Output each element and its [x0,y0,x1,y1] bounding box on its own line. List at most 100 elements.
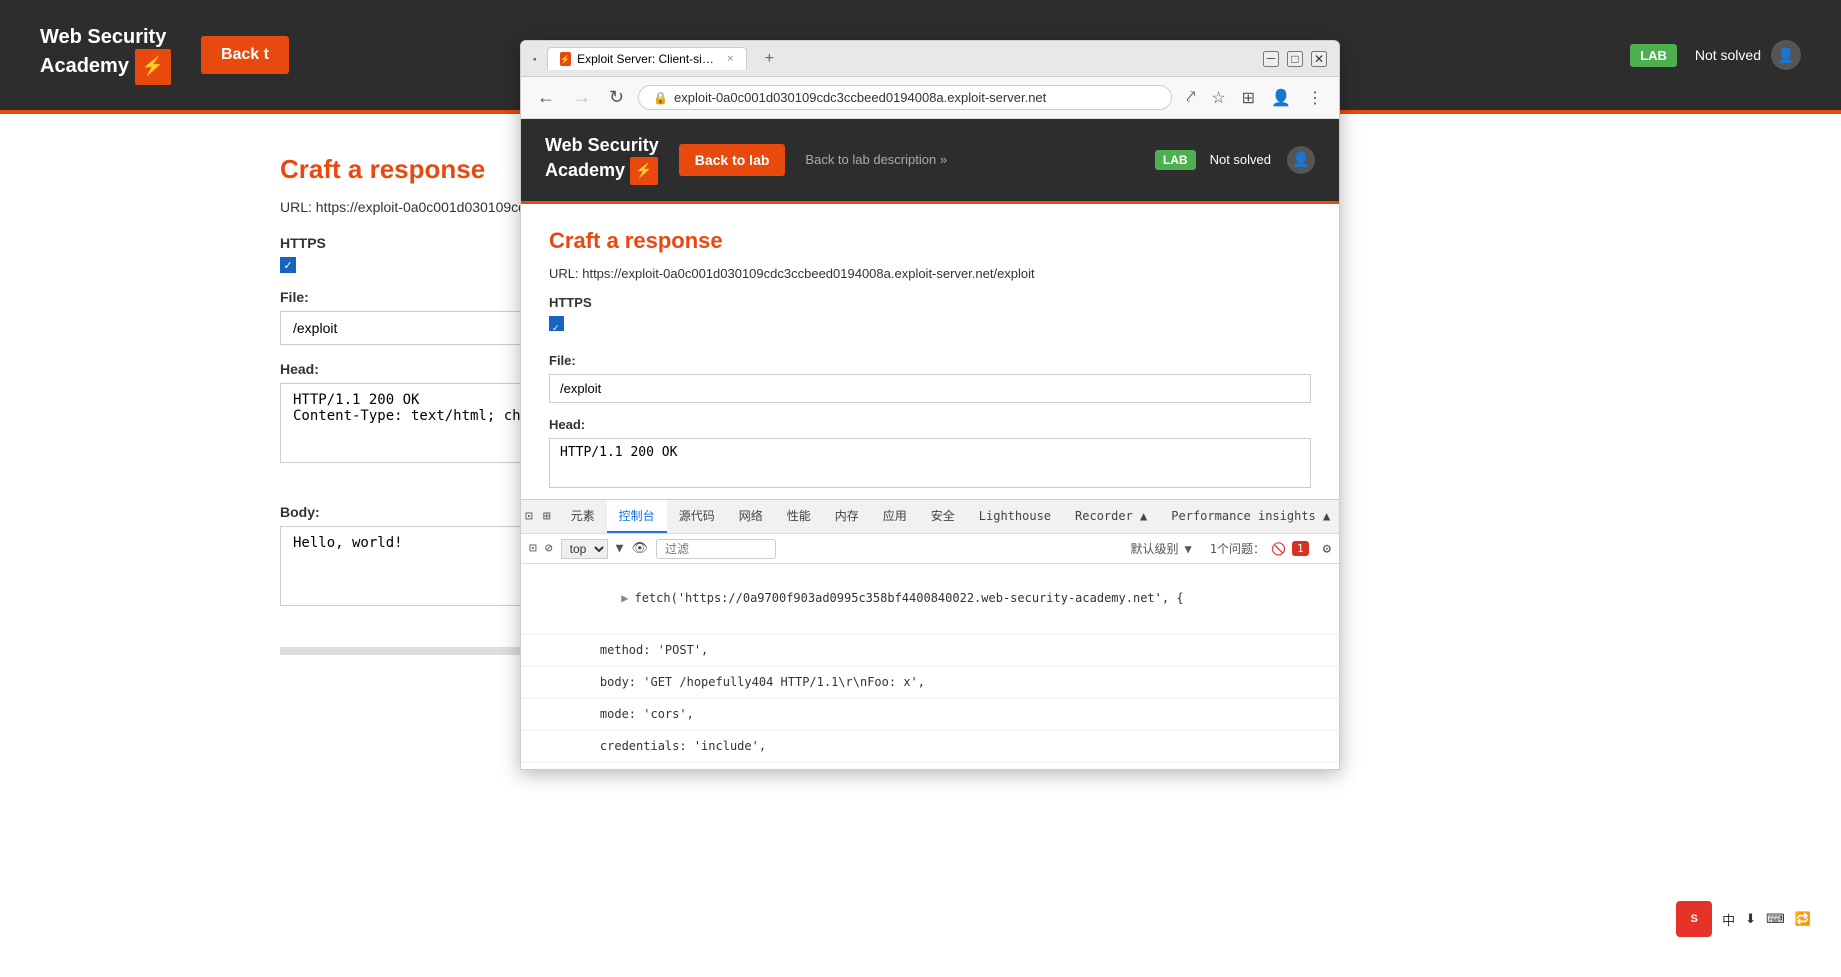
browser-toolbar-right: ⤤ ☆ ⊞ 👤 ⋮ [1182,86,1327,110]
bookmark-icon[interactable]: ☆ [1207,86,1229,110]
bg-logo-icon: ⚡ [135,49,171,85]
dt-context-select[interactable]: top [561,539,608,559]
console-line-2: method: 'POST', [521,635,1339,667]
inner-logo: Web Security Academy ⚡ [545,135,659,185]
ime-icon-2[interactable]: 中 [1722,910,1735,929]
console-line-6: }).catch(() => { [521,763,1339,769]
system-tray-icons: S 中 ⬇ ⌨ 🔁 [1676,901,1811,937]
close-button[interactable]: ✕ [1311,51,1327,67]
new-tab-button[interactable]: + [757,50,782,68]
devtools-console[interactable]: ▶fetch('https://0a9700f903ad0995c358bf44… [521,564,1339,769]
split-view-icon[interactable]: ⊞ [1238,86,1259,110]
dt-eye-icon[interactable]: 👁 [631,541,648,556]
address-bar[interactable]: 🔒 exploit-0a0c001d030109cdc3ccbeed019400… [638,85,1172,110]
devtools-panel: ⊡ ⊞ 元素 控制台 源代码 网络 性能 内存 应用 安全 Lighthouse… [521,499,1339,769]
inner-not-solved: Not solved [1210,152,1271,167]
inner-file-label: File: [549,353,1311,368]
browser-addressbar: ← → ↻ 🔒 exploit-0a0c001d030109cdc3ccbeed… [521,77,1339,119]
inner-head-line1: HTTP/1.1 200 OK [560,445,1300,460]
console-line-1: ▶fetch('https://0a9700f903ad0995c358bf44… [521,564,1339,635]
devtools-tab-memory[interactable]: 内存 [823,500,871,533]
devtools-tab-network[interactable]: 网络 [727,500,775,533]
ime-icon-4[interactable]: ⌨ [1766,911,1785,927]
minimize-button[interactable]: － [1263,51,1279,67]
inner-back-to-lab-button[interactable]: Back to lab [679,144,786,176]
tab-favicon-icon: ⚡ [560,55,570,64]
expand-arrow-1: ▶ [621,591,628,605]
devtools-tabs: ⊡ ⊞ 元素 控制台 源代码 网络 性能 内存 应用 安全 Lighthouse… [521,500,1339,534]
ime-icon-1[interactable]: S [1676,901,1712,937]
ime-icon-5[interactable]: 🔁 [1795,911,1811,927]
browser-window: ⬝ ⚡ Exploit Server: Client-side des... ×… [520,40,1340,770]
dt-preserve-icon[interactable]: ⊘ [545,541,553,556]
inner-logo-line1: Web Security [545,135,659,157]
bg-back-button[interactable]: Back t [201,36,289,74]
inner-lab-badge: LAB [1155,150,1196,170]
inner-file-input[interactable] [549,374,1311,403]
inner-person-icon: 👤 [1287,146,1315,174]
dt-ban-icon[interactable]: ⊡ [529,541,537,556]
devtools-inspect-icon[interactable]: ⊡ [521,509,537,524]
maximize-button[interactable]: □ [1287,51,1303,67]
devtools-device-icon[interactable]: ⊞ [539,509,555,524]
forward-nav-button[interactable]: → [569,87,595,108]
console-line-5: credentials: 'include', [521,731,1339,763]
console-line-3: body: 'GET /hopefully404 HTTP/1.1\r\nFoo… [521,667,1339,699]
browser-window-controls: ⬝ [533,51,537,67]
inner-url-label: URL: https://exploit-0a0c001d030109cdc3c… [549,266,1311,281]
dt-issues-count: 1 [1292,541,1309,556]
bg-logo-line1: Web Security [40,26,171,49]
dt-arrow-icon[interactable]: ▼ [616,541,624,556]
more-options-icon[interactable]: ⋮ [1303,86,1327,110]
console-line-4: mode: 'cors', [521,699,1339,731]
bg-https-checkbox[interactable]: ✓ [280,257,296,273]
inner-https-checkbox[interactable]: ✓ [549,316,564,331]
dt-level-arrow: ▼ [1185,542,1192,556]
dt-level-label: 默认级别 [1131,540,1179,557]
back-nav-button[interactable]: ← [533,87,559,108]
tab-close-button[interactable]: × [727,53,733,65]
dt-filter-input[interactable] [656,539,776,559]
dt-issues-error-icon: 🚫 [1271,542,1286,556]
inner-page-content: Craft a response URL: https://exploit-0a… [521,204,1339,499]
browser-tab-active[interactable]: ⚡ Exploit Server: Client-side des... × [547,47,747,70]
tab-favicon: ⚡ [560,52,572,66]
inner-head-textarea[interactable]: HTTP/1.1 200 OK [549,438,1311,488]
inner-lab-description-link[interactable]: Back to lab description » [805,152,947,167]
inner-header: Web Security Academy ⚡ Back to lab Back … [521,119,1339,201]
dt-error-count-section: 默认级别 ▼ 1个问题： 🚫 1 ⚙ [1131,540,1332,557]
profile-icon[interactable]: 👤 [1267,86,1295,110]
devtools-tab-lighthouse[interactable]: Lighthouse [967,500,1063,533]
devtools-panel-icons: ⊡ ⊞ [521,500,555,533]
devtools-tab-performance[interactable]: 性能 [775,500,823,533]
tab-label: Exploit Server: Client-side des... [577,52,717,66]
bg-logo-line2: Academy [40,55,129,78]
inner-page-title: Craft a response [549,228,1311,254]
share-icon[interactable]: ⤤ [1182,87,1199,109]
bg-lab-badge: LAB [1630,44,1677,67]
devtools-tab-elements[interactable]: 元素 [559,500,607,533]
devtools-tab-perf-insights[interactable]: Performance insights ▲ [1159,500,1339,533]
dt-issues-label: 1个问题： [1210,540,1265,557]
devtools-tab-security[interactable]: 安全 [919,500,967,533]
devtools-tab-application[interactable]: 应用 [871,500,919,533]
devtools-toolbar: ⊡ ⊘ top ▼ 👁 默认级别 ▼ 1个问题： 🚫 1 ⚙ [521,534,1339,564]
inner-https-label: HTTPS [549,295,1311,310]
browser-titlebar: ⬝ ⚡ Exploit Server: Client-side des... ×… [521,41,1339,77]
refresh-button[interactable]: ↻ [605,87,628,108]
devtools-tab-sources[interactable]: 源代码 [667,500,727,533]
devtools-tab-console[interactable]: 控制台 [607,500,667,533]
inner-logo-line2: Academy [545,160,625,182]
browser-content: Web Security Academy ⚡ Back to lab Back … [521,119,1339,769]
bg-logo: Web Security Academy ⚡ [40,26,171,85]
bg-not-solved-label: Not solved [1695,47,1761,63]
secure-icon: 🔒 [653,91,668,105]
browser-stack-icon: ⬝ [533,51,537,67]
bg-user-icon: 👤 [1771,40,1801,70]
inner-head-label: Head: [549,417,1311,432]
inner-logo-icon: ⚡ [630,157,658,185]
dt-gear-icon[interactable]: ⚙ [1323,541,1331,557]
devtools-tab-recorder[interactable]: Recorder ▲ [1063,500,1159,533]
address-text: exploit-0a0c001d030109cdc3ccbeed0194008a… [674,90,1046,105]
ime-icon-3[interactable]: ⬇ [1745,911,1756,927]
